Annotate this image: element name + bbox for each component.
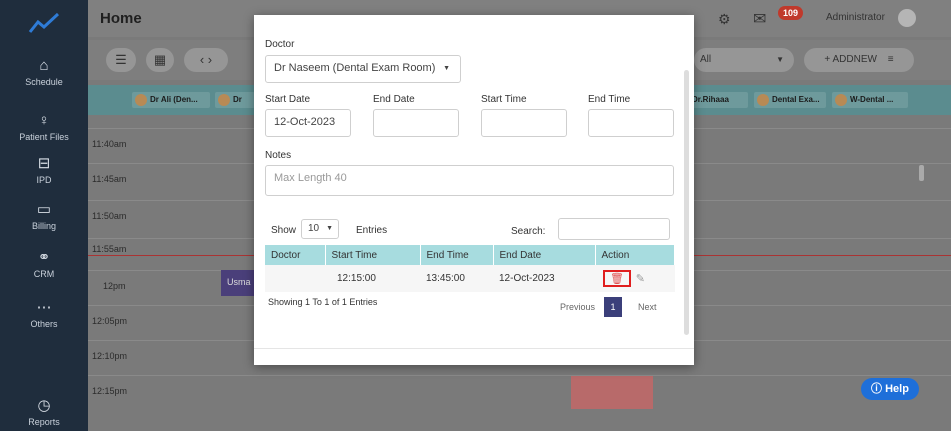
notes-textarea[interactable]: Max Length 40 [265,165,674,196]
doctor-column-header[interactable]: Dr [215,92,255,108]
doctor-avatar [218,94,230,106]
avatar[interactable] [898,9,916,27]
page-button[interactable]: 1 [604,297,622,317]
user-name[interactable]: Administrator [826,12,885,23]
start-time-input[interactable] [481,109,567,137]
date-nav[interactable]: ‹ › [184,48,228,72]
logo-icon [28,12,60,33]
end-time-input[interactable] [588,109,674,137]
question-icon: ⓘ [871,383,883,395]
notes-label: Notes [265,150,292,161]
doctor-column-header[interactable]: W-Dental ... [832,92,908,108]
caret-down-icon: ▼ [443,65,450,72]
search-input[interactable] [558,218,670,240]
appointment-block[interactable] [571,376,653,409]
column-header[interactable]: End Time [420,245,494,265]
end-time-label: End Time [588,94,631,105]
modal-divider [254,348,694,349]
doctor-avatar [135,94,147,106]
table-row: 12:15:00 13:45:00 12-Oct-2023 🗑 ✎ [265,265,675,292]
sidebar-item-ipd[interactable]: ⊟ IPD [0,155,88,186]
sidebar: ⌂ Schedule ♀ Patient Files ⊟ IPD ▭ Billi… [0,0,88,431]
start-date-label: Start Date [265,94,311,105]
sidebar-item-patient-files[interactable]: ♀ Patient Files [0,112,88,143]
modal-scrollbar[interactable] [684,70,689,335]
cell-action: 🗑 ✎ [595,265,675,292]
sidebar-item-billing[interactable]: ▭ Billing [0,201,88,232]
gear-icon[interactable]: ⚙ [718,11,731,28]
list-view-icon[interactable]: ☰ [106,48,136,72]
table-header: Doctor Start Time End Time End Date Acti… [265,245,675,265]
crm-icon: ⚭ [37,249,51,266]
time-slot-row[interactable]: 12:15pm [88,375,951,402]
filter-select[interactable]: All ▼ [694,48,794,72]
scrollbar[interactable] [919,165,924,181]
doctor-label: Doctor [265,39,295,50]
column-header[interactable]: End Date [493,245,596,265]
mail-icon[interactable]: ✉ [753,9,766,29]
cell-end-time: 13:45:00 [420,265,493,292]
delete-icon[interactable]: 🗑 [603,270,631,287]
search-label: Search: [511,226,546,237]
start-time-label: Start Time [481,94,527,105]
caret-down-icon: ▼ [776,55,784,64]
column-header[interactable]: Start Time [325,245,421,265]
entries-label: Entries [356,225,388,236]
next-button[interactable]: Next [638,302,657,312]
page-title: Home [100,10,142,27]
showing-text: Showing 1 To 1 of 1 Entries [268,297,378,307]
end-date-input[interactable] [373,109,459,137]
bed-icon: ⊟ [37,155,51,172]
calendar-icon[interactable]: ▦ [146,48,174,72]
sidebar-item-crm[interactable]: ⚭ CRM [0,249,88,280]
start-date-input[interactable]: 12-Oct-2023 [265,109,351,137]
edit-icon[interactable]: ✎ [636,273,645,285]
column-header[interactable]: Action [595,245,675,265]
cell-doctor [265,265,325,292]
doctor-column-header[interactable]: Dr.Rihaaa [688,92,748,108]
billing-icon: ▭ [36,201,52,218]
notification-badge[interactable]: 109 [778,6,804,20]
doctor-column-header[interactable]: Dental Exa... [754,92,826,108]
person-icon: ♀ [38,112,50,129]
doctor-avatar [835,94,847,106]
previous-button[interactable]: Previous [560,302,595,312]
sidebar-item-schedule[interactable]: ⌂ Schedule [0,57,88,88]
doctor-column-header[interactable]: Dr Ali (Den... [132,92,210,108]
add-new-button[interactable]: + ADDNEW ≡ [804,48,914,72]
sidebar-item-others[interactable]: ⋯ Others [0,299,88,330]
doctor-select[interactable]: Dr Naseem (Dental Exam Room) ▼ [265,55,461,83]
reports-icon: ◷ [37,397,51,414]
show-label: Show [271,225,297,236]
schedule-exception-modal: Doctor Dr Naseem (Dental Exam Room) ▼ St… [254,15,694,365]
home-icon: ⌂ [39,57,49,74]
caret-down-icon: ▼ [326,225,333,232]
more-icon: ⋯ [36,299,52,316]
sidebar-item-reports[interactable]: ◷ Reports [0,397,88,428]
entries-select[interactable]: 10 ▼ [301,219,339,239]
end-date-label: End Date [373,94,415,105]
column-header[interactable]: Doctor [265,245,326,265]
cell-start-time: 12:15:00 [325,265,420,292]
doctor-avatar [757,94,769,106]
exceptions-table: Doctor Start Time End Time End Date Acti… [265,245,675,292]
help-button[interactable]: ⓘ Help [861,378,919,400]
cell-end-date: 12-Oct-2023 [493,265,595,292]
menu-icon: ≡ [887,54,894,65]
